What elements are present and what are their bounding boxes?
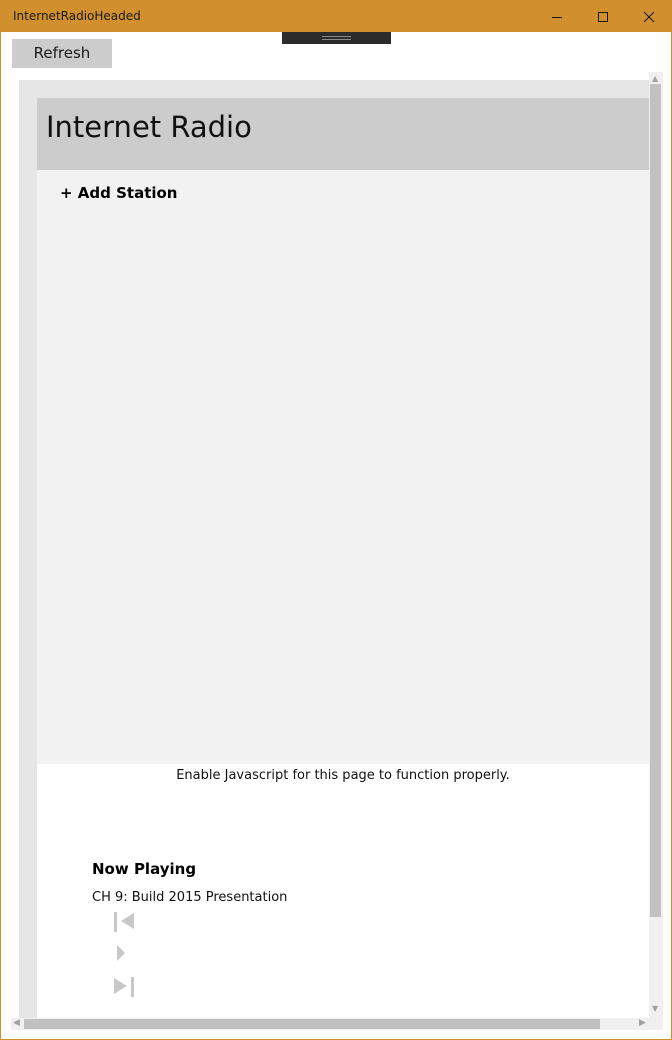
- maximize-icon: [598, 12, 608, 22]
- scroll-down-icon[interactable]: ▼: [652, 1004, 658, 1013]
- add-station-button[interactable]: + Add Station: [60, 184, 178, 202]
- scroll-left-icon[interactable]: ◀: [13, 1018, 20, 1028]
- stations-panel: + Add Station: [37, 170, 649, 764]
- title-bar[interactable]: InternetRadioHeaded: [1, 1, 671, 32]
- play-button[interactable]: [113, 943, 137, 967]
- drag-handle-grip: [322, 39, 351, 40]
- vertical-scrollbar[interactable]: ▲ ▼: [649, 72, 663, 1018]
- page-background: Internet Radio + Add Station Enable Java…: [19, 80, 649, 1018]
- window-title: InternetRadioHeaded: [13, 9, 141, 23]
- close-button[interactable]: [626, 1, 672, 32]
- close-icon: [643, 11, 655, 23]
- previous-button[interactable]: [113, 910, 137, 934]
- minimize-icon: [552, 17, 562, 18]
- web-view: Internet Radio + Add Station Enable Java…: [11, 72, 663, 1030]
- app-window: InternetRadioHeaded Refresh Internet Rad…: [0, 0, 672, 1040]
- horizontal-scrollbar[interactable]: ◀ ▶: [11, 1018, 649, 1030]
- play-icon: [117, 945, 125, 961]
- noscript-message: Enable Javascript for this page to funct…: [176, 768, 510, 783]
- refresh-button[interactable]: Refresh: [12, 39, 112, 68]
- next-button[interactable]: [113, 975, 137, 999]
- skip-next-icon: [114, 977, 134, 997]
- page-header: Internet Radio: [37, 98, 649, 170]
- player-panel: Enable Javascript for this page to funct…: [37, 764, 649, 1018]
- maximize-button[interactable]: [580, 1, 626, 32]
- page-title: Internet Radio: [46, 110, 252, 144]
- horizontal-scrollbar-thumb[interactable]: [24, 1019, 600, 1029]
- scrollbar-corner: [649, 1018, 663, 1030]
- vertical-scrollbar-thumb[interactable]: [650, 84, 661, 917]
- drag-handle-grip: [322, 36, 351, 37]
- skip-previous-icon: [114, 912, 134, 932]
- now-playing-track: CH 9: Build 2015 Presentation: [92, 890, 288, 905]
- scroll-up-icon[interactable]: ▲: [652, 74, 658, 83]
- drag-handle[interactable]: [282, 32, 391, 44]
- minimize-button[interactable]: [534, 1, 580, 32]
- scroll-right-icon[interactable]: ▶: [639, 1018, 646, 1028]
- now-playing-heading: Now Playing: [92, 860, 197, 878]
